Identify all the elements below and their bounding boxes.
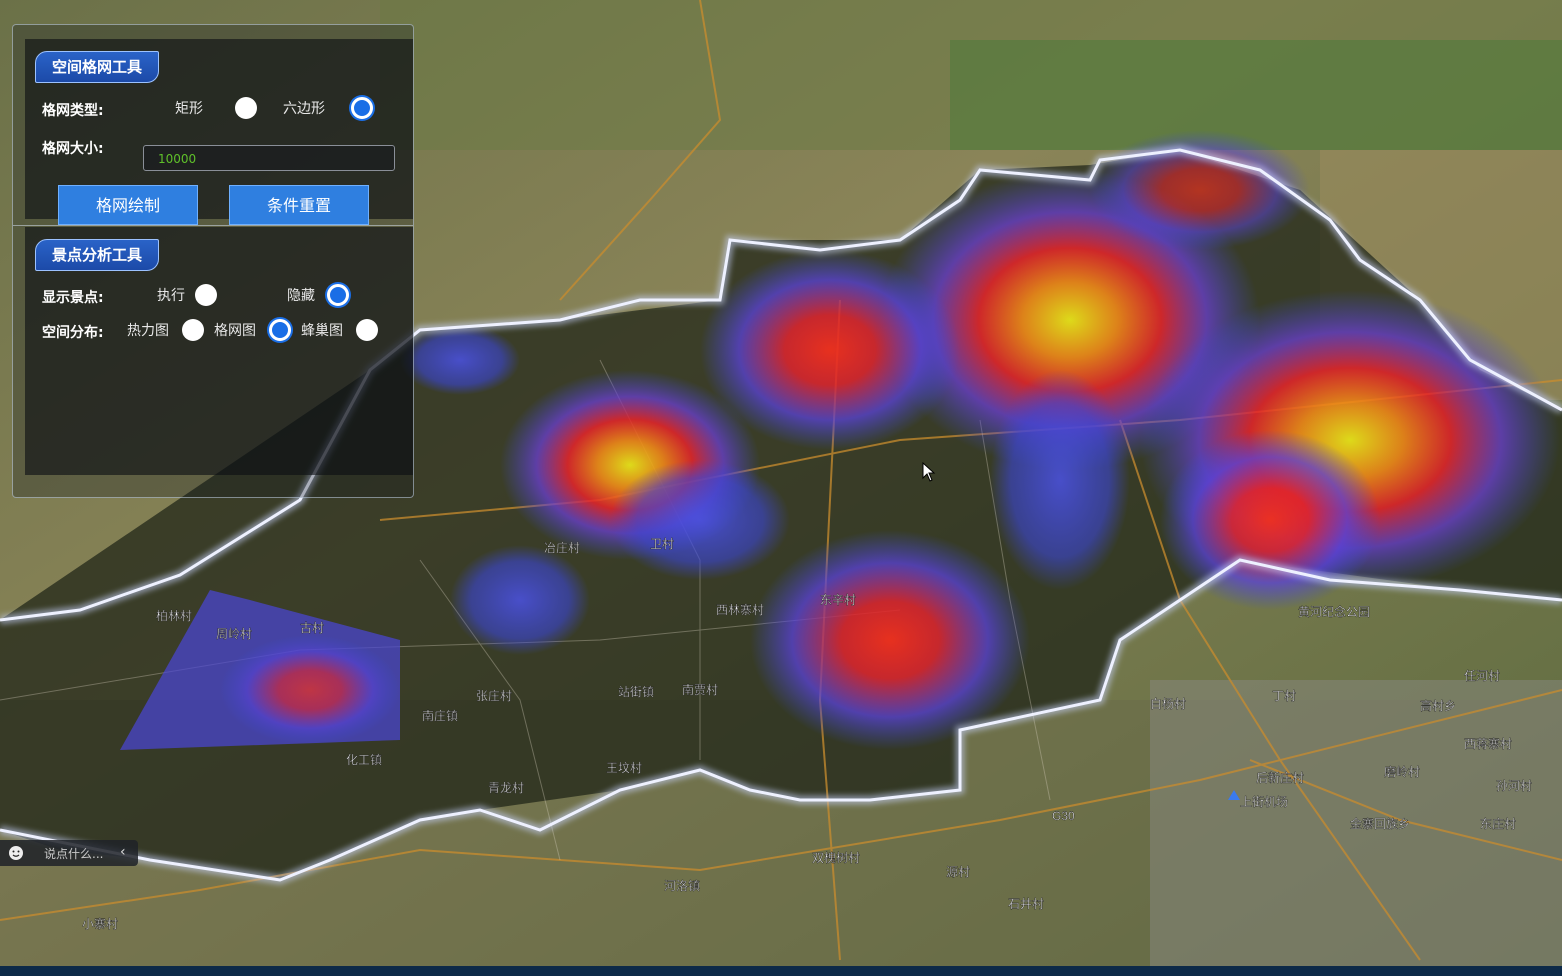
- dist-hexbin-label: 蜂巢图: [301, 323, 343, 339]
- smiley-icon: [9, 846, 23, 860]
- poi-tool-section: 景点分析工具 显示景点: 执行 隐藏 空间分布: 热力图 格网图 蜂巢图: [25, 227, 413, 475]
- spatial-dist-label: 空间分布:: [42, 325, 104, 341]
- map-place-label: 冶庄村: [544, 540, 580, 555]
- dist-heatmap-label: 热力图: [127, 323, 169, 339]
- map-place-label: 黄河纪念公园: [1298, 604, 1370, 619]
- map-place-label: 张庄村: [476, 688, 512, 703]
- grid-tool-title: 空间格网工具: [35, 51, 160, 83]
- section-divider: [13, 225, 413, 226]
- map-place-label: 任河村: [1464, 669, 1500, 683]
- map-place-label: 孙河村: [1496, 779, 1532, 793]
- grid-type-hex-radio[interactable]: [351, 97, 373, 119]
- poi-tool-title: 景点分析工具: [35, 239, 160, 271]
- map-place-label: 源村: [946, 865, 970, 879]
- chevron-left-icon[interactable]: ‹: [120, 844, 126, 860]
- map-place-label: 高村乡: [1420, 698, 1456, 713]
- dist-heatmap-radio[interactable]: [182, 319, 204, 341]
- grid-type-rect-label: 矩形: [175, 101, 203, 117]
- map-place-label: 柏林村: [156, 608, 192, 623]
- show-poi-execute-radio[interactable]: [195, 284, 217, 306]
- grid-size-label: 格网大小:: [42, 141, 104, 157]
- map-place-label: 河洛镇: [664, 878, 700, 893]
- dist-hexbin-radio[interactable]: [356, 319, 378, 341]
- map-place-label: 西林寨村: [716, 602, 764, 617]
- bottom-bar: [0, 966, 1562, 976]
- map-place-label: 南贾村: [682, 682, 718, 697]
- map-place-label: 化工镇: [346, 753, 382, 767]
- map-place-label: 王坟村: [606, 761, 642, 775]
- map-place-label: 西蒋寨村: [1464, 736, 1512, 751]
- dist-grid-label: 格网图: [214, 323, 256, 339]
- map-place-label: 周岭村: [216, 627, 252, 641]
- map-place-label: 南庄镇: [422, 708, 458, 723]
- show-poi-label: 显示景点:: [42, 290, 104, 306]
- grid-tool-section: 空间格网工具 格网类型: 矩形 六边形 格网大小: 10000 格网绘制 条件重…: [25, 39, 413, 225]
- map-place-label: 后新庄村: [1256, 770, 1304, 785]
- map-place-label: 丁村: [1272, 689, 1296, 703]
- map-place-label: 小寨村: [82, 916, 118, 931]
- dist-grid-radio[interactable]: [269, 319, 291, 341]
- map-place-label: 东辛村: [820, 593, 856, 607]
- map-place-label: 站街镇: [618, 685, 654, 699]
- map-place-label: 上街机场: [1240, 795, 1288, 809]
- show-poi-hide-label: 隐藏: [287, 288, 315, 304]
- show-poi-hide-radio[interactable]: [327, 284, 349, 306]
- grid-size-input[interactable]: 10000: [143, 145, 395, 171]
- map-place-label: G30: [1052, 809, 1075, 823]
- map-place-label: 古村: [300, 620, 324, 635]
- tool-panel: 空间格网工具 格网类型: 矩形 六边形 格网大小: 10000 格网绘制 条件重…: [12, 24, 414, 498]
- map-place-label: 磨岭村: [1384, 765, 1420, 779]
- show-poi-execute-label: 执行: [157, 288, 185, 304]
- chat-input[interactable]: 说点什么...: [44, 845, 103, 862]
- map-place-label: 东庄村: [1480, 816, 1516, 831]
- map-place-label: 卫村: [650, 537, 674, 551]
- grid-draw-button[interactable]: 格网绘制: [58, 185, 198, 225]
- map-place-label: 石井村: [1008, 897, 1044, 911]
- map-place-label: 白杨村: [1150, 696, 1186, 711]
- grid-type-label: 格网类型:: [42, 103, 104, 119]
- chat-widget[interactable]: 说点什么... ‹: [0, 840, 138, 866]
- grid-type-rect-radio[interactable]: [235, 97, 257, 119]
- map-place-label: 青龙村: [488, 781, 524, 795]
- map-place-label: 双槐树村: [812, 850, 860, 865]
- reset-conditions-button[interactable]: 条件重置: [229, 185, 369, 225]
- map-place-label: 金寨回族乡: [1350, 816, 1410, 831]
- mouse-cursor-icon: [922, 462, 936, 482]
- grid-type-hex-label: 六边形: [283, 101, 325, 117]
